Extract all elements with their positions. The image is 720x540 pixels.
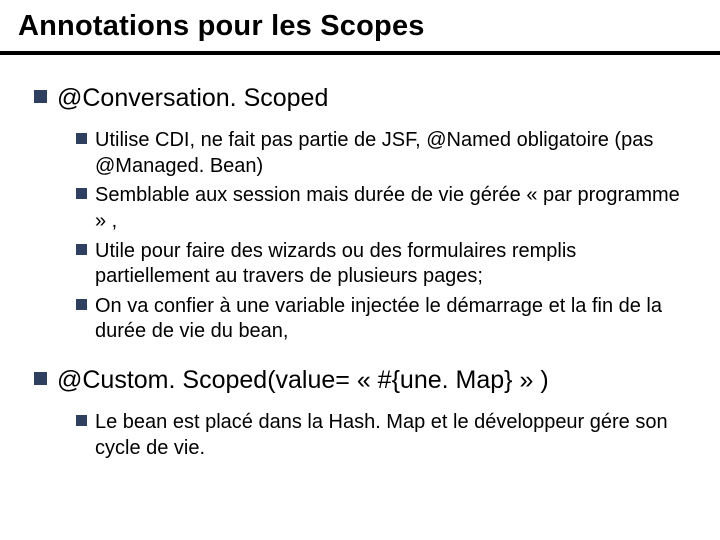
list-item-label: On va confier à une variable injectée le… xyxy=(95,294,686,345)
slide-title: Annotations pour les Scopes xyxy=(0,0,720,55)
list-item-label: @Custom. Scoped(value= « #{une. Map} » ) xyxy=(57,365,686,396)
list-item: Utile pour faire des wizards ou des form… xyxy=(76,239,686,290)
slide-content: @Conversation. Scoped Utilise CDI, ne fa… xyxy=(0,55,720,461)
square-bullet-icon xyxy=(76,188,87,199)
sublist: Le bean est placé dans la Hash. Map et l… xyxy=(76,410,686,461)
list-item: Utilise CDI, ne fait pas partie de JSF, … xyxy=(76,128,686,179)
list-item: Semblable aux session mais durée de vie … xyxy=(76,183,686,234)
sublist: Utilise CDI, ne fait pas partie de JSF, … xyxy=(76,128,686,345)
list-item-label: Le bean est placé dans la Hash. Map et l… xyxy=(95,410,686,461)
list-item: On va confier à une variable injectée le… xyxy=(76,294,686,345)
list-item-label: Utilise CDI, ne fait pas partie de JSF, … xyxy=(95,128,686,179)
slide: Annotations pour les Scopes @Conversatio… xyxy=(0,0,720,540)
list-item-label: Utile pour faire des wizards ou des form… xyxy=(95,239,686,290)
list-item: @Conversation. Scoped xyxy=(34,83,686,114)
square-bullet-icon xyxy=(76,415,87,426)
list-item-label: @Conversation. Scoped xyxy=(57,83,686,114)
list-item: @Custom. Scoped(value= « #{une. Map} » ) xyxy=(34,365,686,396)
square-bullet-icon xyxy=(34,372,47,385)
square-bullet-icon xyxy=(34,90,47,103)
square-bullet-icon xyxy=(76,299,87,310)
list-item: Le bean est placé dans la Hash. Map et l… xyxy=(76,410,686,461)
square-bullet-icon xyxy=(76,133,87,144)
square-bullet-icon xyxy=(76,244,87,255)
list-item-label: Semblable aux session mais durée de vie … xyxy=(95,183,686,234)
